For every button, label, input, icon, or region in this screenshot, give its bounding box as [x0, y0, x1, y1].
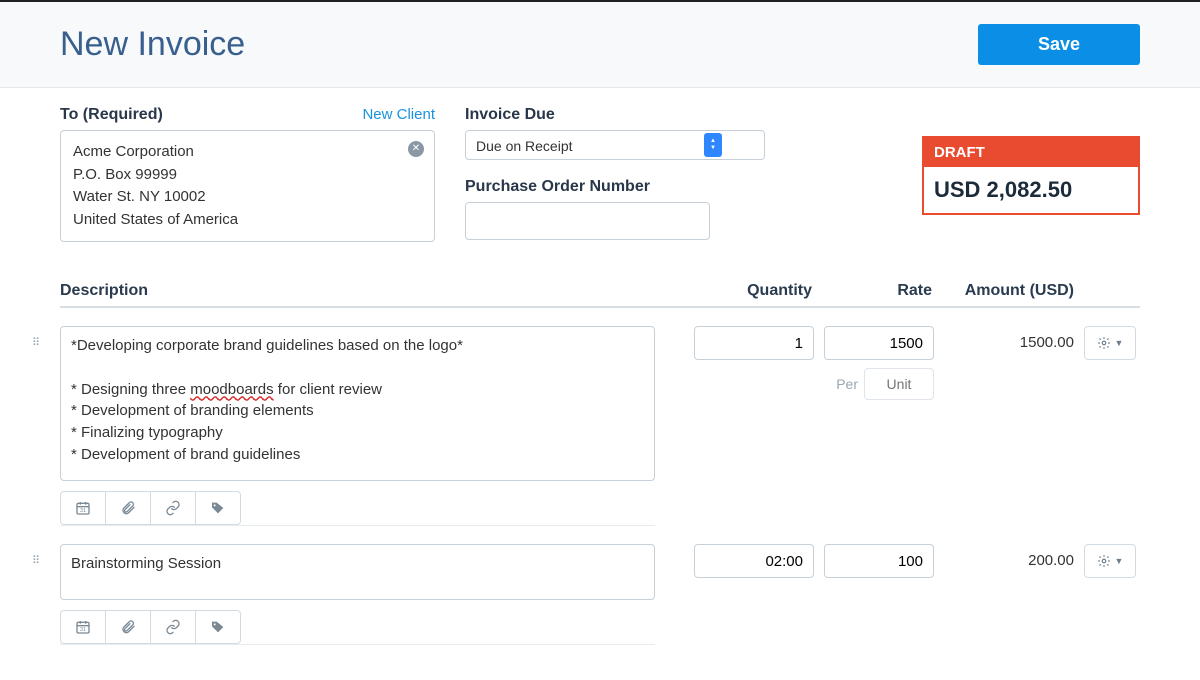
column-header-description: Description — [60, 282, 694, 300]
link-icon[interactable] — [150, 491, 196, 525]
save-button[interactable]: Save — [978, 24, 1140, 65]
chevron-down-icon: ▼ — [1115, 556, 1124, 566]
po-label: Purchase Order Number — [465, 178, 725, 196]
per-label: Per — [836, 376, 858, 392]
line-rate-input[interactable] — [824, 326, 934, 360]
line-item: ⠿Brainstorming Session200.00▼ — [60, 526, 1140, 645]
line-actions-menu[interactable]: ▼ — [1084, 544, 1136, 578]
client-address-line3: United States of America — [73, 209, 422, 232]
line-actions-menu[interactable]: ▼ — [1084, 326, 1136, 360]
gear-icon — [1097, 336, 1111, 350]
line-description-input[interactable]: Brainstorming Session — [60, 544, 655, 600]
attachment-icon[interactable] — [105, 491, 151, 525]
link-icon[interactable] — [150, 610, 196, 644]
tag-icon[interactable] — [195, 610, 241, 644]
line-description-input[interactable]: *Developing corporate brand guidelines b… — [60, 326, 655, 481]
invoice-due-label: Invoice Due — [465, 106, 725, 124]
line-quantity-input[interactable] — [694, 326, 814, 360]
new-client-link[interactable]: New Client — [362, 106, 435, 123]
invoice-total-amount: USD 2,082.50 — [924, 167, 1138, 213]
column-header-rate: Rate — [824, 282, 944, 300]
chevron-updown-icon[interactable] — [704, 133, 722, 157]
attachment-icon[interactable] — [105, 610, 151, 644]
client-box[interactable]: Acme Corporation P.O. Box 99999 Water St… — [60, 130, 435, 242]
drag-handle-icon[interactable]: ⠿ — [32, 544, 52, 567]
invoice-status-badge: DRAFT — [924, 138, 1138, 167]
page-title: New Invoice — [60, 25, 245, 64]
po-input[interactable] — [465, 202, 710, 240]
drag-handle-icon[interactable]: ⠿ — [32, 326, 52, 349]
line-rate-input[interactable] — [824, 544, 934, 578]
line-amount: 200.00 — [944, 544, 1084, 569]
calendar-icon[interactable] — [60, 491, 106, 525]
client-address-line2: Water St. NY 10002 — [73, 186, 422, 209]
client-name: Acme Corporation — [73, 141, 422, 164]
line-quantity-input[interactable] — [694, 544, 814, 578]
line-amount: 1500.00 — [944, 326, 1084, 351]
tag-icon[interactable] — [195, 491, 241, 525]
column-header-amount: Amount (USD) — [944, 282, 1084, 300]
unit-input[interactable] — [864, 368, 934, 400]
client-label: To (Required) — [60, 106, 163, 124]
gear-icon — [1097, 554, 1111, 568]
chevron-down-icon: ▼ — [1115, 338, 1124, 348]
invoice-total-box: DRAFT USD 2,082.50 — [922, 136, 1140, 215]
column-header-quantity: Quantity — [694, 282, 824, 300]
client-address-line1: P.O. Box 99999 — [73, 164, 422, 187]
clear-client-icon[interactable] — [408, 141, 424, 157]
calendar-icon[interactable] — [60, 610, 106, 644]
line-item: ⠿*Developing corporate brand guidelines … — [60, 308, 1140, 526]
